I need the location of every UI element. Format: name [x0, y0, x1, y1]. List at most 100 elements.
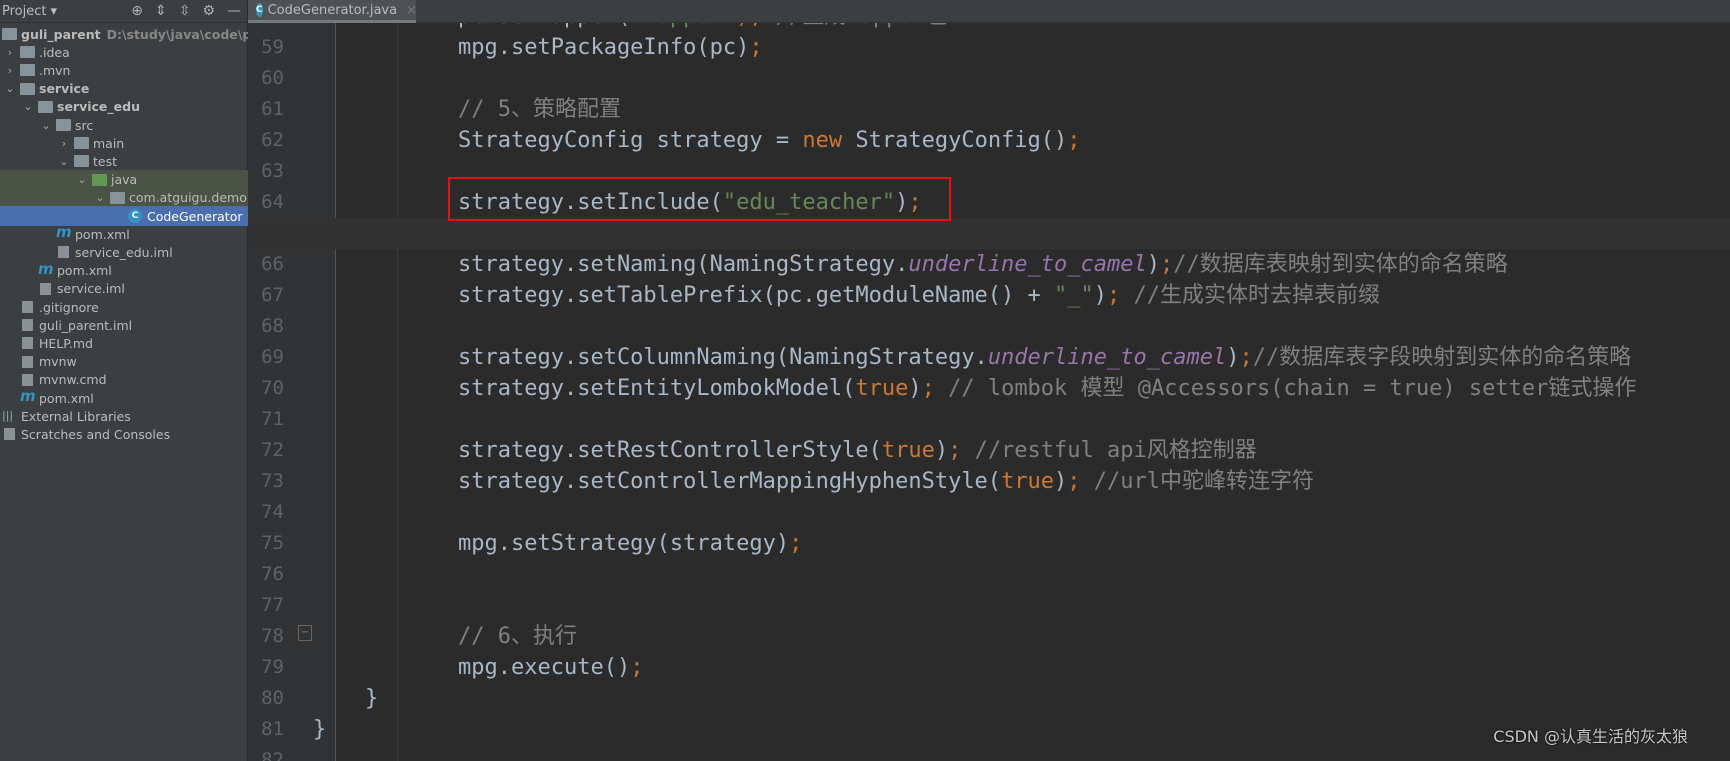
tree-item[interactable]: ⌄ com.atguigu.demo	[0, 187, 248, 208]
text-icon	[22, 373, 33, 386]
project-title: Project	[2, 3, 47, 19]
code-token: "mapper"	[630, 23, 736, 29]
code-token: mpg.execute()	[458, 655, 631, 680]
gear-icon[interactable]: ⚙	[202, 3, 215, 19]
tree-item[interactable]: m pom.xml	[0, 261, 248, 281]
code-token: underline_to_camel	[908, 252, 1147, 277]
chevron-down-icon[interactable]: ⌄	[59, 155, 69, 168]
code-token: // lombok 模型 @Accessors(chain = true) se…	[934, 376, 1637, 401]
indent-guide	[397, 23, 398, 761]
chevron-down-icon: ▾	[50, 3, 58, 19]
tree-item[interactable]: ⌄ service_edu	[0, 97, 248, 117]
tab-label: CodeGenerator.java	[267, 2, 398, 18]
code-token: ;	[789, 531, 803, 556]
tree-item-label: mvnw.cmd	[39, 372, 107, 388]
tree-item[interactable]: C CodeGenerator	[0, 206, 248, 226]
chevron-right-icon[interactable]: ›	[5, 46, 15, 59]
code-token: mpg.setStrategy(strategy)	[458, 531, 790, 556]
code-line: mpg.execute();	[458, 652, 643, 683]
expand-all-icon[interactable]: ⇕	[155, 3, 167, 19]
code-token: //数据库表字段映射到实体的命名策略	[1252, 345, 1632, 370]
chevron-right-icon[interactable]: ›	[5, 64, 15, 77]
code-token: ;	[630, 655, 644, 680]
line-number: 73	[261, 470, 284, 492]
code-token: )	[1226, 345, 1240, 370]
code-token: strategy.setRestControllerStyle(	[458, 438, 882, 463]
tree-item[interactable]: › .mvn	[0, 60, 248, 80]
tree-item[interactable]: › .idea	[0, 42, 248, 62]
ignore-icon	[22, 301, 33, 313]
module-icon	[20, 82, 35, 95]
line-number: 71	[261, 408, 284, 430]
tree-item[interactable]: m pom.xml	[0, 224, 248, 244]
line-number: 74	[261, 501, 284, 523]
maven-icon: m	[56, 223, 72, 242]
folder-icon	[20, 64, 35, 77]
code-token: ;	[948, 438, 962, 463]
tree-item[interactable]: mvnw.cmd	[0, 370, 248, 390]
code-token: strategy.setEntityLombokModel(	[458, 376, 856, 401]
tree-item-label: .mvn	[39, 62, 71, 78]
close-tab-icon[interactable]: ×	[406, 3, 417, 18]
project-view-selector[interactable]: Project ▾	[2, 4, 57, 19]
line-number: 75	[261, 532, 284, 554]
chevron-down-icon[interactable]: ⌄	[95, 191, 105, 204]
line-number: 69	[261, 346, 284, 368]
tree-item-label: .gitignore	[39, 299, 99, 315]
tree-item-label: HELP.md	[39, 335, 93, 351]
tree-item[interactable]: guli_parent D:\study\java\code\project	[0, 24, 292, 44]
tree-item[interactable]: ⌄ service	[0, 79, 248, 99]
chevron-down-icon[interactable]: ⌄	[77, 173, 87, 186]
code-token: );	[736, 23, 763, 29]
code-line: }	[365, 683, 378, 714]
minimize-icon[interactable]: —	[227, 3, 241, 19]
java-class-icon: C	[256, 3, 263, 17]
collapse-all-icon[interactable]: ⇳	[179, 3, 191, 19]
code-token: pc.setMapper(	[458, 23, 630, 29]
code-token: //生成mapper包	[763, 23, 948, 29]
tree-item[interactable]: ||| External Libraries	[0, 406, 248, 426]
tree-item[interactable]: guli_parent.iml	[0, 315, 248, 335]
tree-item[interactable]: .gitignore	[0, 297, 248, 317]
tree-item-label: CodeGenerator	[147, 208, 243, 224]
line-number: 62	[261, 129, 284, 151]
chevron-down-icon[interactable]: ⌄	[5, 82, 15, 95]
chevron-right-icon[interactable]: ›	[59, 137, 69, 150]
tree-item[interactable]: m pom.xml	[0, 388, 248, 408]
folder-icon	[56, 119, 71, 131]
tree-item[interactable]: mvnw	[0, 352, 248, 372]
line-gutter: 5859606162636465666768697071727374757677…	[248, 23, 336, 761]
code-line: }	[313, 714, 326, 745]
test-folder-icon	[92, 173, 107, 186]
code-token: StrategyConfig()	[842, 128, 1068, 153]
tree-item-label: service.iml	[57, 281, 125, 297]
tab-codegenerator[interactable]: C CodeGenerator.java ×	[248, 0, 417, 23]
code-token: strategy.setColumnNaming(NamingStrategy.	[458, 345, 988, 370]
fold-icon[interactable]: −	[298, 625, 312, 641]
line-number: 76	[261, 563, 284, 585]
tree-item[interactable]: Scratches and Consoles	[0, 424, 248, 444]
tree-item[interactable]: ⌄ java	[0, 169, 248, 190]
tree-item-label: com.atguigu.demo	[129, 190, 247, 206]
tree-item[interactable]: service.iml	[0, 279, 248, 299]
code-editor[interactable]: 5859606162636465666768697071727374757677…	[248, 23, 1730, 761]
tree-item[interactable]: › main	[0, 133, 248, 153]
watermark: CSDN @认真生活的灰太狼	[1493, 727, 1688, 746]
libraries-icon: |||	[2, 409, 14, 423]
chevron-down-icon[interactable]: ⌄	[41, 119, 51, 132]
line-number: 60	[261, 67, 284, 89]
chevron-down-icon[interactable]: ⌄	[23, 100, 33, 113]
tree-item[interactable]: ⌄ test	[0, 151, 248, 171]
line-number: 77	[261, 594, 284, 616]
tree-item-label: .idea	[39, 44, 70, 60]
code-token: mpg.setPackageInfo(pc)	[458, 35, 750, 60]
locate-icon[interactable]: ⊕	[131, 3, 143, 19]
code-token: "_"	[1054, 283, 1094, 308]
code-token: // 6、执行	[458, 624, 577, 649]
code-token: //url中驼峰转连字符	[1080, 469, 1315, 494]
tree-item[interactable]: ⌄ src	[0, 115, 248, 135]
line-number: 79	[261, 656, 284, 678]
tree-item[interactable]: HELP.md	[0, 333, 248, 353]
code-token: underline_to_camel	[987, 345, 1227, 370]
code-line: strategy.setEntityLombokModel(true); // …	[458, 373, 1636, 404]
